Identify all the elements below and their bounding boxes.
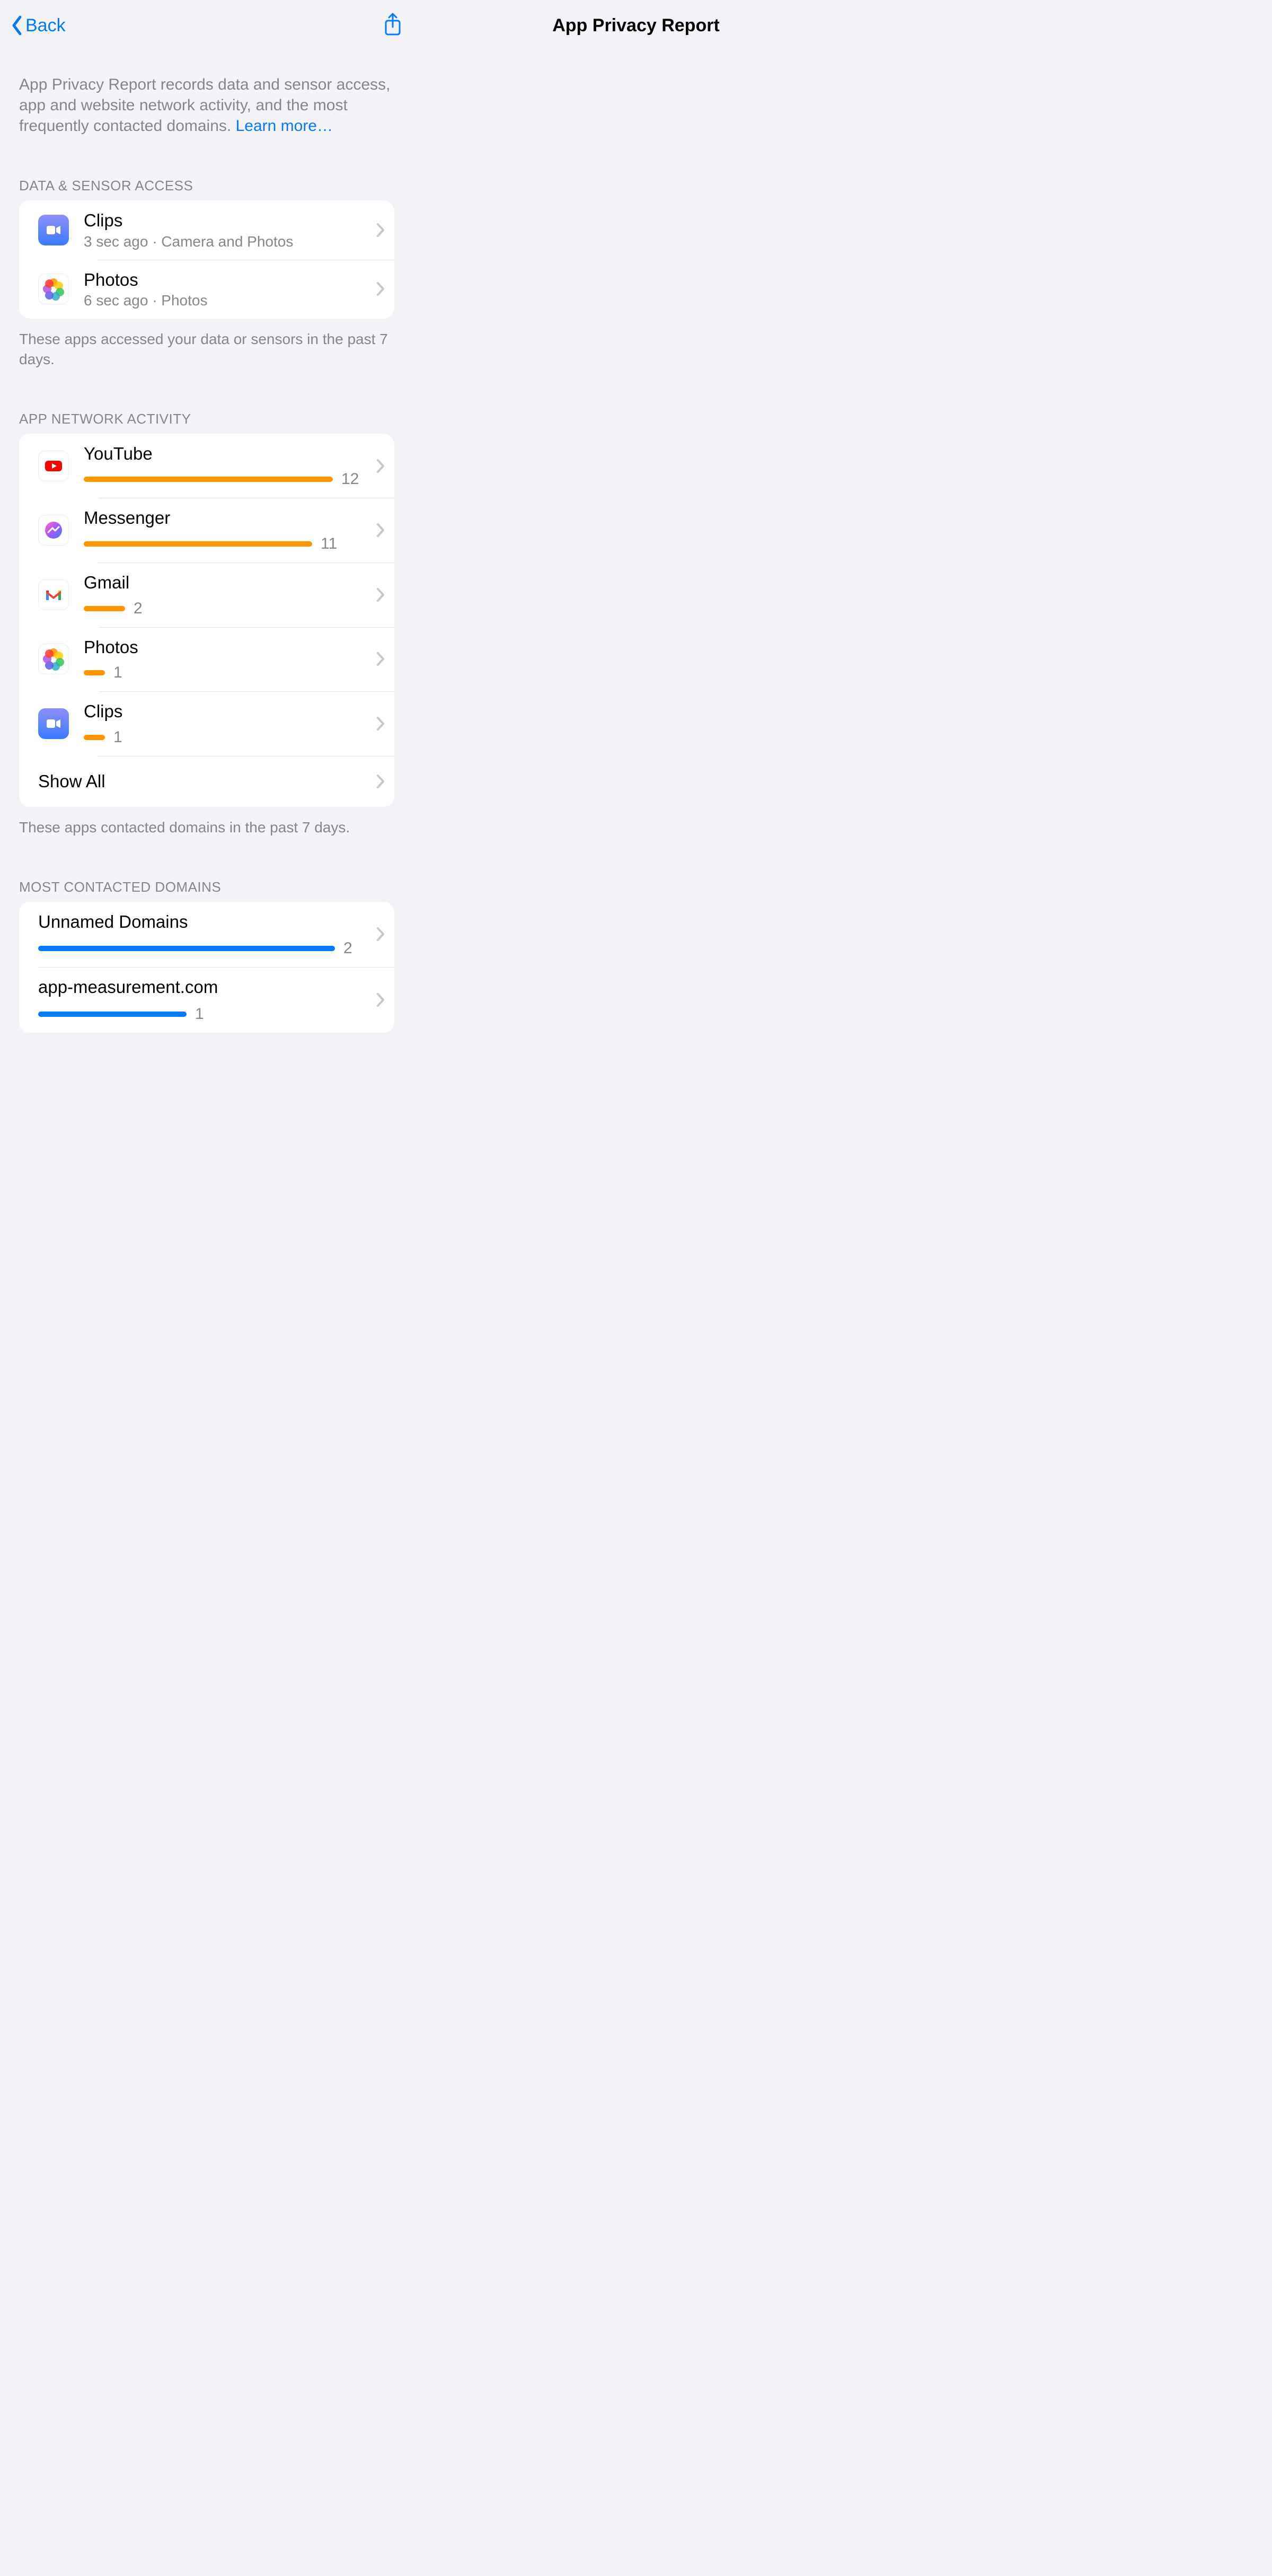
domains-list: Unnamed Domains 2 app-measurement.com 1 <box>19 902 394 1033</box>
data-sensor-row[interactable]: Clips 3 sec ago · Camera and Photos <box>19 200 394 260</box>
section-footer-data-sensor: These apps accessed your data or sensors… <box>19 329 394 370</box>
activity-bar <box>84 670 105 675</box>
video-icon <box>46 222 61 238</box>
app-name: Clips <box>84 210 370 231</box>
app-name: Photos <box>84 637 370 658</box>
app-network-row[interactable]: Photos 1 <box>19 627 394 692</box>
app-name: Photos <box>84 269 370 291</box>
clips-app-icon <box>38 708 69 739</box>
section-header-app-network: APP NETWORK ACTIVITY <box>19 411 413 427</box>
activity-count: 2 <box>134 600 143 618</box>
app-network-row[interactable]: Messenger 11 <box>19 498 394 562</box>
navigation-bar: Back App Privacy Report <box>0 0 413 51</box>
learn-more-link[interactable]: Learn more… <box>236 117 333 135</box>
messenger-app-icon <box>38 515 69 546</box>
domain-count: 2 <box>343 939 352 957</box>
activity-count: 11 <box>321 535 337 553</box>
video-icon <box>46 716 61 732</box>
app-name: Clips <box>84 701 370 722</box>
youtube-app-icon <box>38 451 69 481</box>
photos-app-icon <box>38 644 69 674</box>
data-sensor-row[interactable]: Photos 6 sec ago · Photos <box>19 260 394 319</box>
section-footer-app-network: These apps contacted domains in the past… <box>19 817 394 838</box>
photos-flower-icon <box>42 277 65 301</box>
domain-name: Unnamed Domains <box>38 911 370 933</box>
photos-app-icon <box>38 274 69 304</box>
app-network-list: YouTube 12 Messenger 11 Gmail 2 Photos 1 Clips 1 S… <box>19 434 394 807</box>
messenger-icon <box>42 518 65 542</box>
chevron-right-icon <box>376 652 385 666</box>
intro-text: App Privacy Report records data and sens… <box>19 76 390 135</box>
domain-bar <box>38 1012 187 1017</box>
section-header-data-sensor: DATA & SENSOR ACCESS <box>19 178 413 194</box>
back-button[interactable]: Back <box>11 15 66 36</box>
gmail-icon <box>42 583 65 606</box>
data-sensor-list: Clips 3 sec ago · Camera and Photos Phot… <box>19 200 394 319</box>
chevron-right-icon <box>376 774 385 789</box>
chevron-right-icon <box>376 992 385 1007</box>
app-access-detail: 6 sec ago · Photos <box>84 292 370 309</box>
show-all-button[interactable]: Show All <box>19 756 394 807</box>
photos-flower-icon <box>42 647 65 671</box>
share-button[interactable] <box>383 12 403 39</box>
activity-bar <box>84 541 312 547</box>
section-header-domains: MOST CONTACTED DOMAINS <box>19 879 413 895</box>
show-all-label: Show All <box>38 771 370 792</box>
activity-count: 1 <box>113 728 122 746</box>
domain-row[interactable]: Unnamed Domains 2 <box>19 902 394 968</box>
app-name: YouTube <box>84 443 370 464</box>
intro-description: App Privacy Report records data and sens… <box>0 51 413 136</box>
share-icon <box>383 12 403 37</box>
page-title: App Privacy Report <box>0 15 1272 36</box>
activity-bar <box>84 606 125 611</box>
activity-bar <box>84 477 333 482</box>
chevron-right-icon <box>376 927 385 942</box>
app-network-row[interactable]: Clips 1 <box>19 691 394 756</box>
app-name: Messenger <box>84 507 370 529</box>
clips-app-icon <box>38 215 69 245</box>
app-name: Gmail <box>84 572 370 593</box>
activity-count: 1 <box>113 664 122 682</box>
youtube-icon <box>42 454 65 478</box>
chevron-right-icon <box>376 282 385 296</box>
activity-bar <box>84 735 105 740</box>
gmail-app-icon <box>38 579 69 610</box>
chevron-right-icon <box>376 587 385 602</box>
chevron-right-icon <box>376 716 385 731</box>
chevron-right-icon <box>376 223 385 238</box>
app-access-detail: 3 sec ago · Camera and Photos <box>84 233 370 250</box>
domain-bar <box>38 946 335 951</box>
domain-count: 1 <box>195 1005 204 1023</box>
activity-count: 12 <box>341 470 359 488</box>
back-label: Back <box>25 15 66 36</box>
app-network-row[interactable]: Gmail 2 <box>19 562 394 627</box>
app-network-row[interactable]: YouTube 12 <box>19 434 394 498</box>
chevron-right-icon <box>376 523 385 538</box>
chevron-left-icon <box>11 15 23 36</box>
domain-row[interactable]: app-measurement.com 1 <box>19 967 394 1033</box>
chevron-right-icon <box>376 459 385 473</box>
domain-name: app-measurement.com <box>38 977 370 998</box>
